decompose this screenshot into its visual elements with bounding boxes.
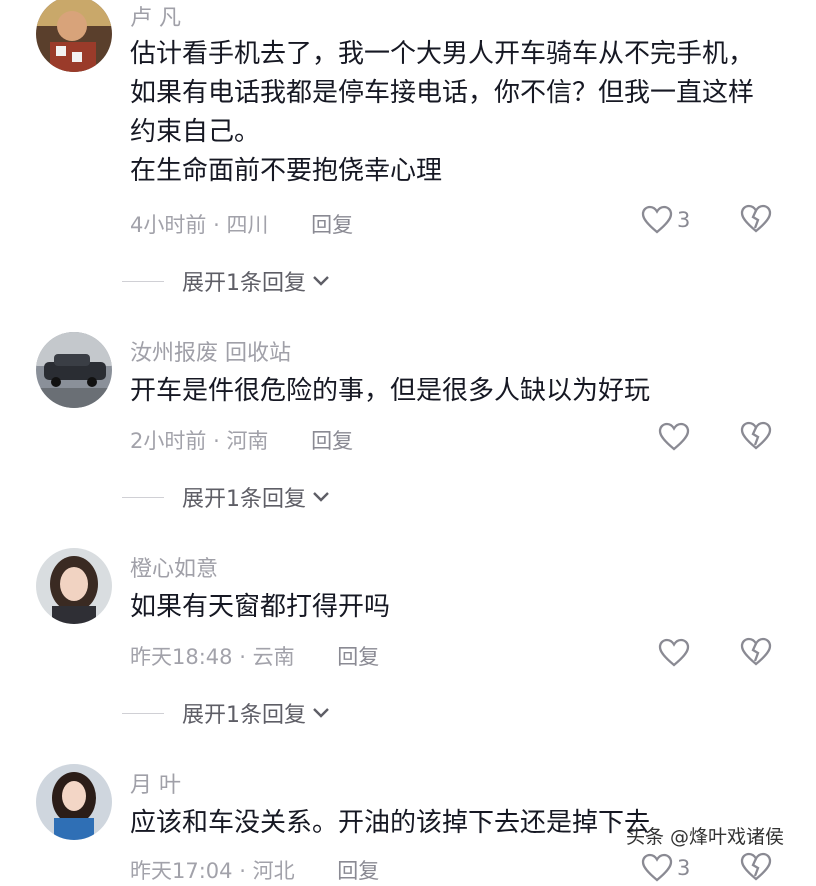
comment-text: 开车是件很危险的事，但是很多人缺以为好玩: [130, 376, 651, 406]
avatar[interactable]: [36, 764, 112, 840]
meta-separator: ·: [213, 429, 220, 453]
like-button[interactable]: [658, 637, 690, 669]
reply-button[interactable]: 回复: [311, 213, 353, 237]
meta-separator: ·: [213, 213, 220, 237]
like-count: 3: [677, 856, 691, 880]
comment-username[interactable]: 卢 凡: [130, 0, 181, 32]
expand-label: 展开1条回复: [182, 487, 306, 512]
chevron-down-icon: [313, 708, 329, 718]
comment-location: 四川: [226, 213, 269, 237]
dislike-button[interactable]: [740, 637, 772, 671]
broken-heart-icon: [740, 852, 772, 881]
dislike-button[interactable]: [740, 852, 772, 886]
avatar[interactable]: [36, 0, 112, 72]
broken-heart-icon: [740, 204, 772, 233]
comment-meta: 4小时前 · 四川 回复: [130, 209, 353, 239]
comment-text: 应该和车没关系。开油的该掉下去还是掉下去: [130, 808, 651, 838]
avatar[interactable]: [36, 548, 112, 624]
avatar[interactable]: [36, 332, 112, 408]
heart-icon: [658, 638, 690, 667]
heart-icon: [658, 422, 690, 451]
meta-separator: ·: [239, 645, 246, 669]
reply-button[interactable]: 回复: [337, 645, 379, 669]
expand-replies[interactable]: 展开1条回复: [122, 266, 330, 296]
comment-location: 云南: [252, 645, 295, 669]
comment-username[interactable]: 橙心如意: [130, 551, 218, 583]
comment-meta: 昨天18:48 · 云南 回复: [130, 641, 379, 671]
like-button[interactable]: 3: [641, 204, 690, 236]
broken-heart-icon: [740, 637, 772, 666]
dislike-button[interactable]: [740, 421, 772, 455]
like-count: 3: [677, 208, 691, 232]
expand-replies[interactable]: 展开1条回复: [122, 698, 330, 728]
comment-meta: 昨天17:04 · 河北 回复: [130, 855, 379, 885]
like-button[interactable]: 3: [641, 852, 690, 884]
expand-label: 展开1条回复: [182, 271, 306, 296]
heart-icon: [641, 853, 673, 882]
expand-replies[interactable]: 展开1条回复: [122, 482, 330, 512]
divider-line: [122, 496, 164, 498]
divider-line: [122, 280, 164, 282]
watermark: 头条 @烽叶戏诸侯: [626, 826, 785, 848]
comment-username[interactable]: 汝州报废 回收站: [130, 335, 291, 367]
expand-label: 展开1条回复: [182, 703, 306, 728]
comment-location: 河北: [252, 859, 295, 883]
comment-location: 河南: [226, 429, 269, 453]
broken-heart-icon: [740, 421, 772, 450]
comment-username[interactable]: 月 叶: [130, 767, 181, 799]
comment-text: 估计看手机去了，我一个大男人开车骑车从不完手机， 如果有电话我都是停车接电话，你…: [130, 39, 755, 186]
comment-meta: 2小时前 · 河南 回复: [130, 425, 353, 455]
comment-time: 4小时前: [130, 213, 207, 237]
reply-button[interactable]: 回复: [337, 859, 379, 883]
divider-line: [122, 712, 164, 714]
heart-icon: [641, 205, 673, 234]
reply-button[interactable]: 回复: [311, 429, 353, 453]
comment-text: 如果有天窗都打得开吗: [130, 592, 391, 622]
dislike-button[interactable]: [740, 204, 772, 238]
chevron-down-icon: [313, 276, 329, 286]
meta-separator: ·: [239, 859, 246, 883]
chevron-down-icon: [313, 492, 329, 502]
comment-time: 2小时前: [130, 429, 207, 453]
comment-time: 昨天17:04: [130, 859, 233, 883]
comment-time: 昨天18:48: [130, 645, 233, 669]
like-button[interactable]: [658, 421, 690, 453]
